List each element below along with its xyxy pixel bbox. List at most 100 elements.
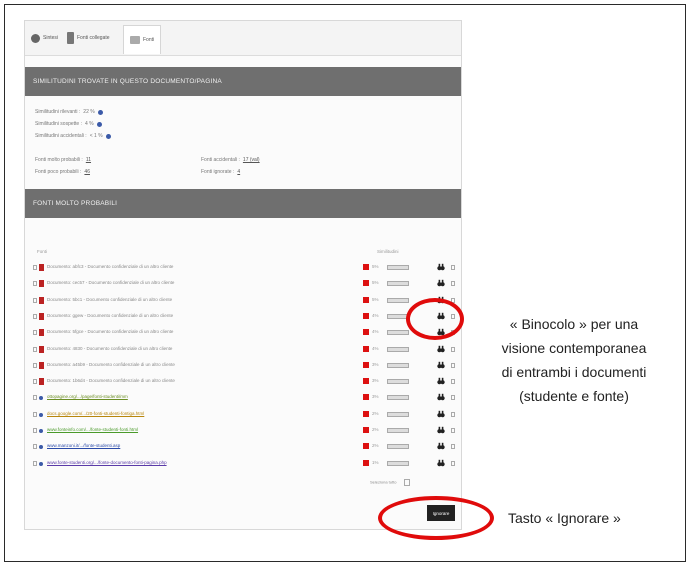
row-checkbox[interactable] — [33, 313, 37, 319]
source-row: docs.google.com/.../20-fonti-studenti-fo… — [33, 410, 461, 420]
count-link[interactable]: 11 — [86, 157, 91, 163]
binocular-icon[interactable] — [437, 459, 445, 467]
similarity-percent: 4% — [372, 345, 379, 351]
ignore-checkbox[interactable] — [451, 395, 455, 401]
flag-icon — [363, 329, 369, 336]
ignore-checkbox[interactable] — [451, 411, 455, 417]
flag-icon — [363, 427, 369, 433]
flag-icon — [363, 394, 369, 401]
binocular-annotation: « Binocolo » per una visione contemporan… — [501, 316, 647, 404]
count-little-probable: Fonti poco probabili : 46 — [35, 169, 90, 175]
ignore-checkbox[interactable] — [451, 428, 455, 433]
person-icon — [67, 32, 74, 44]
row-checkbox[interactable] — [33, 281, 37, 287]
ignore-checkbox[interactable] — [451, 460, 455, 466]
row-checkbox[interactable] — [33, 297, 37, 303]
flag-icon — [363, 345, 369, 352]
ignore-checkbox[interactable] — [451, 265, 455, 270]
source-row: Documento: a45b9 - Documento confidenzia… — [33, 361, 461, 371]
ignore-checkbox[interactable] — [451, 346, 455, 352]
flag-icon — [363, 296, 369, 303]
stat-accidental: Similitudini accidentali : < 1 % — [35, 133, 111, 139]
document-icon — [39, 345, 44, 353]
source-label[interactable]: www.fonte-studenti.org/.../fonte-documen… — [47, 460, 167, 465]
flag-icon — [363, 378, 369, 385]
binocular-icon[interactable] — [437, 263, 445, 271]
source-label: Documento: 4830 - Documento confidenzial… — [47, 345, 173, 351]
count-link[interactable]: 17 (val) — [243, 157, 260, 163]
flag-icon — [363, 361, 369, 368]
binocular-icon[interactable] — [437, 377, 445, 385]
column-header-source: Fonti — [37, 249, 48, 254]
document-icon — [39, 312, 44, 320]
web-source-icon — [39, 445, 43, 450]
binocular-icon[interactable] — [437, 393, 445, 401]
row-checkbox[interactable] — [33, 330, 37, 336]
web-source-icon — [39, 396, 43, 401]
tab-summary[interactable]: Sintesi — [31, 30, 58, 46]
similarity-bar — [387, 281, 409, 287]
stat-relevant: Similitudini rilevanti :22 % — [35, 109, 103, 115]
similarity-bar — [387, 379, 409, 385]
source-label[interactable]: docs.google.com/.../20-fonti-studenti-fo… — [47, 411, 144, 416]
select-all[interactable]: Seleziona tutto — [370, 479, 411, 486]
binocular-icon[interactable] — [437, 426, 445, 434]
ignore-button-highlight — [378, 496, 494, 540]
source-row: Documento: 4830 - Documento confidenzial… — [33, 345, 461, 355]
row-checkbox[interactable] — [33, 411, 37, 417]
column-header-similarity: Similitudini — [377, 249, 399, 254]
source-label[interactable]: www.manzoni.it/.../fonte-studenti.asp — [47, 443, 120, 448]
ignore-checkbox[interactable] — [451, 444, 455, 450]
count-ignored: Fonti ignorate : 4 — [201, 169, 241, 175]
plagiarism-report-window: Sintesi Fonti collegate Fonti SIMILITUDI… — [24, 20, 462, 530]
source-label[interactable]: www.fonteinfo.com/.../fonte-studenti-fon… — [47, 427, 138, 432]
document-icon — [130, 36, 140, 44]
count-link[interactable]: 4 — [237, 169, 240, 175]
similarity-bar — [387, 444, 409, 450]
row-checkbox[interactable] — [33, 428, 37, 433]
similarity-percent: 5% — [372, 296, 379, 302]
source-row: Documento: 1b6d4 - Documento confidenzia… — [33, 377, 461, 387]
row-checkbox[interactable] — [33, 395, 37, 401]
row-checkbox[interactable] — [33, 265, 37, 270]
info-icon[interactable] — [96, 121, 102, 127]
source-row: Documento: 5fgce - Documento confidenzia… — [33, 328, 461, 338]
source-row: www.fonte-studenti.org/.../fonte-documen… — [33, 459, 461, 469]
flag-icon — [363, 264, 369, 270]
info-icon[interactable] — [105, 133, 111, 139]
source-row: Documento: ggew - Documento confidenzial… — [33, 312, 461, 322]
similarity-bar — [387, 330, 409, 336]
ignore-checkbox[interactable] — [451, 379, 455, 385]
select-all-checkbox[interactable] — [404, 479, 411, 486]
row-checkbox[interactable] — [33, 346, 37, 352]
binocular-icon[interactable] — [437, 345, 445, 353]
row-checkbox[interactable] — [33, 444, 37, 450]
similarity-percent: 5% — [372, 280, 379, 286]
row-checkbox[interactable] — [33, 379, 37, 385]
binocular-icon[interactable] — [437, 279, 445, 287]
sources-header: FONTI MOLTO PROBABILI — [25, 189, 461, 218]
info-icon[interactable] — [97, 109, 103, 115]
flag-icon — [363, 459, 369, 466]
binocular-icon[interactable] — [437, 361, 445, 369]
tab-linked-sources[interactable]: Fonti collegate — [67, 30, 110, 46]
tab-sources[interactable]: Fonti — [123, 25, 162, 54]
binocular-icon[interactable] — [437, 410, 445, 418]
source-label[interactable]: ottopagine.org/.../page/fonti-studenti/m… — [47, 394, 128, 399]
ignore-checkbox[interactable] — [451, 362, 455, 368]
similarity-percent: 5% — [372, 264, 379, 269]
ignore-checkbox[interactable] — [451, 281, 455, 287]
count-link[interactable]: 46 — [84, 169, 90, 175]
globe-icon — [31, 33, 40, 43]
flag-icon — [363, 410, 369, 417]
binocular-icon[interactable] — [437, 442, 445, 450]
source-label: Documento: 1b6d4 - Documento confidenzia… — [47, 378, 175, 384]
count-very-probable: Fonti molto probabili : 11 — [35, 157, 92, 163]
row-checkbox[interactable] — [33, 362, 37, 368]
source-row: ottopagine.org/.../page/fonti-studenti/m… — [33, 393, 461, 403]
similarity-percent: 3% — [372, 378, 379, 384]
flag-icon — [363, 312, 369, 319]
similarity-percent: 4% — [372, 312, 379, 318]
tab-bar: Sintesi Fonti collegate Fonti — [25, 21, 461, 56]
row-checkbox[interactable] — [33, 460, 37, 466]
